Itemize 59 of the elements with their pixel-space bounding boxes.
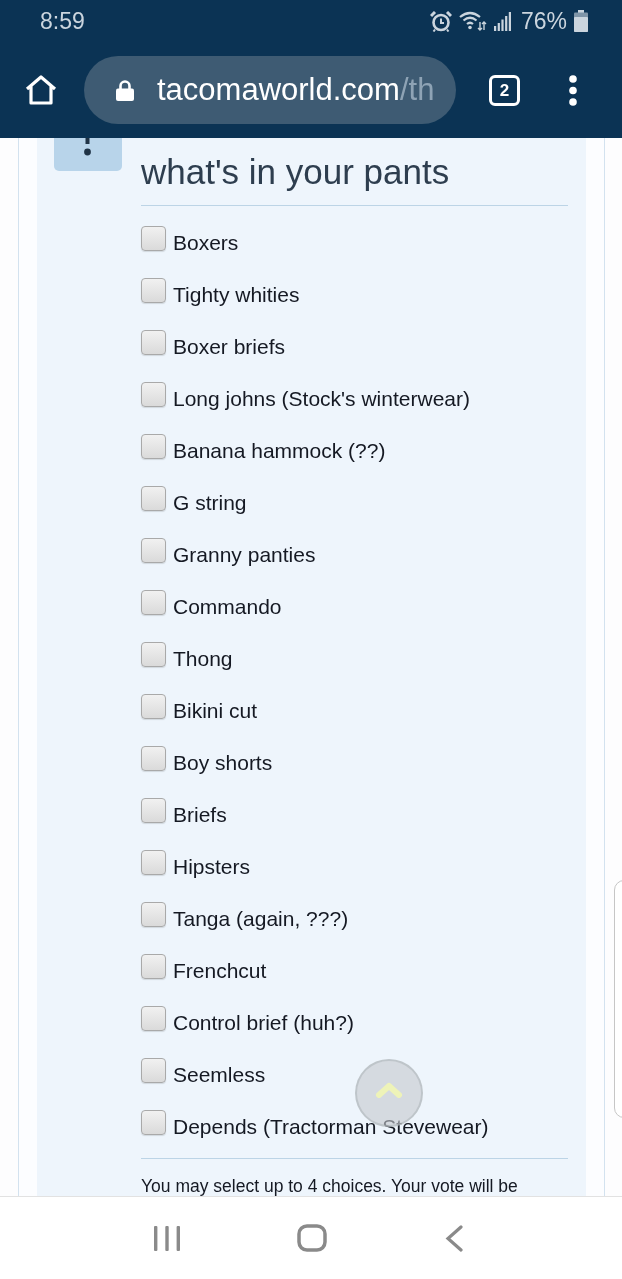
option-label[interactable]: Commando (173, 581, 282, 633)
option-label[interactable]: Briefs (173, 789, 227, 841)
option-label[interactable]: G string (173, 477, 247, 529)
checkbox[interactable] (141, 902, 166, 927)
recent-apps-icon (153, 1225, 180, 1251)
status-time: 8:59 (40, 8, 86, 34)
checkbox[interactable] (141, 278, 166, 303)
option-label[interactable]: Tanga (again, ???) (173, 893, 349, 945)
checkbox[interactable] (141, 538, 166, 563)
option-label[interactable]: Boy shorts (173, 737, 273, 789)
option-label[interactable]: Boxers (173, 217, 239, 269)
battery-percent: 76% (520, 8, 567, 34)
checkbox[interactable] (141, 1110, 166, 1135)
poll-title: what's in your pants (141, 152, 450, 192)
option-label[interactable]: Frenchcut (173, 945, 267, 997)
home-button[interactable] (297, 1224, 328, 1252)
signal-icon (493, 11, 511, 31)
home-icon[interactable] (25, 75, 57, 105)
menu-icon[interactable] (569, 74, 577, 106)
checkbox[interactable] (141, 850, 166, 875)
option-label[interactable]: Seemless (173, 1049, 266, 1101)
option-label[interactable]: Long johns (Stock's winterwear) (173, 373, 470, 425)
checkbox[interactable] (141, 330, 166, 355)
checkbox[interactable] (141, 954, 166, 979)
option-label[interactable]: Depends (Tractorman Stevewear) (173, 1101, 489, 1153)
checkbox[interactable] (141, 1058, 166, 1083)
lock-icon (116, 79, 134, 101)
checkbox[interactable] (141, 798, 166, 823)
tab-count-button[interactable]: 2 (489, 74, 520, 106)
chevron-up-icon (375, 1082, 403, 1098)
poll-note: You may select up to 4 choices. Your vote will be (141, 1176, 518, 1196)
option-label[interactable]: Control brief (huh?) (173, 997, 354, 1049)
option-label[interactable]: Banana hammock (??) (173, 425, 386, 477)
back-icon (445, 1224, 464, 1252)
url-path: /th (399, 72, 435, 108)
checkbox[interactable] (141, 1006, 166, 1031)
checkbox[interactable] (141, 746, 166, 771)
exclamation-icon (54, 138, 122, 171)
option-label[interactable]: Tighty whities (173, 269, 300, 321)
battery-icon (574, 10, 588, 32)
checkbox[interactable] (141, 434, 166, 459)
recent-apps-button[interactable] (153, 1225, 180, 1251)
wifi-icon (458, 11, 487, 31)
checkbox[interactable] (141, 486, 166, 511)
checkbox[interactable] (141, 694, 166, 719)
option-label[interactable]: Thong (173, 633, 233, 685)
checkbox[interactable] (141, 382, 166, 407)
option-label[interactable]: Bikini cut (173, 685, 258, 737)
url-domain: tacomaworld.com (157, 72, 400, 108)
back-button[interactable] (445, 1224, 464, 1252)
checkbox[interactable] (141, 226, 166, 251)
option-label[interactable]: Boxer briefs (173, 321, 286, 373)
alarm-clock-icon (429, 10, 452, 32)
address-bar[interactable]: tacomaworld.com/th (84, 56, 456, 124)
home-square-icon (297, 1224, 328, 1252)
option-label[interactable]: Granny panties (173, 529, 316, 581)
option-label[interactable]: Hipsters (173, 841, 251, 893)
checkbox[interactable] (141, 590, 166, 615)
checkbox[interactable] (141, 642, 166, 667)
